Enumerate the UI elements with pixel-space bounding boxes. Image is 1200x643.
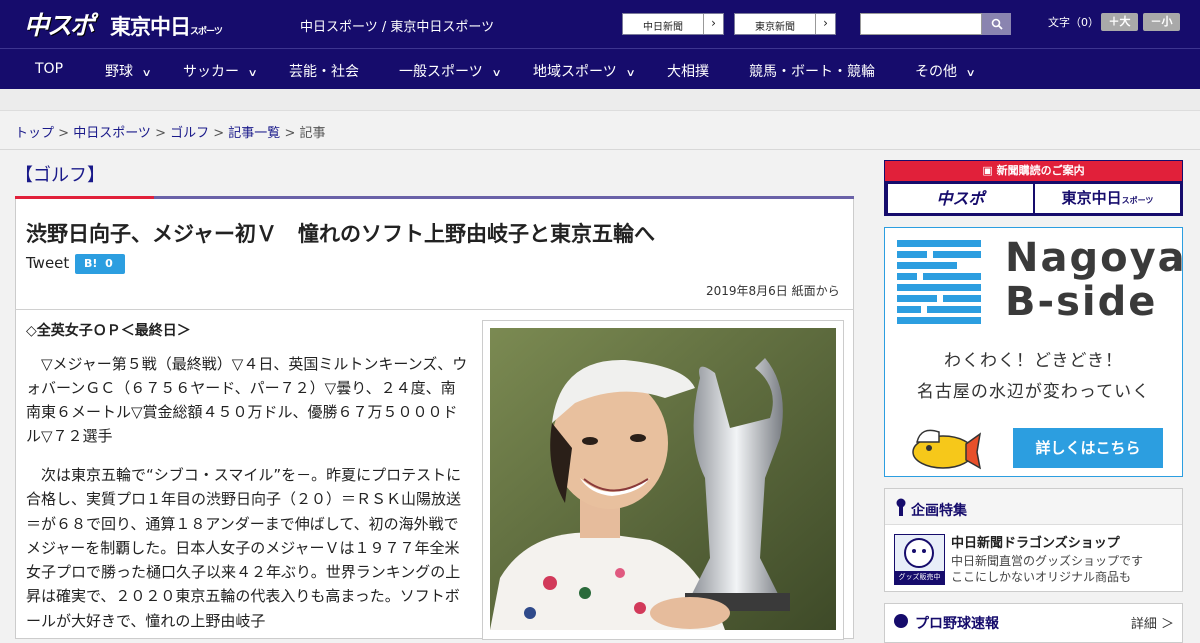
- breadcrumb-current: 記事: [299, 126, 326, 141]
- search-icon: [991, 18, 1003, 30]
- baseball-icon: [894, 614, 908, 628]
- site-tagline[interactable]: 中日スポーツ / 東京中日スポーツ: [300, 16, 494, 35]
- font-size-label: 文字（0）: [1048, 16, 1099, 29]
- nav-label: 大相撲: [667, 64, 709, 80]
- tokyo-logo-small: スポーツ: [190, 27, 223, 37]
- search-button[interactable]: [982, 13, 1011, 35]
- special-feature-title: 企画特集: [911, 503, 967, 519]
- nav-label: 競馬・ボート・競輪: [749, 64, 875, 80]
- article-paragraph: ▽メジャー第５戦（最終戦）▽４日、英国ミルトンキーンズ、ウォバーンＧＣ（６７５６…: [26, 355, 468, 445]
- newspaper-icon: ▣: [982, 164, 993, 177]
- article-category: 【ゴルフ】: [15, 165, 105, 186]
- ad-strip: [0, 89, 1200, 111]
- nav-item-sumo[interactable]: 大相撲: [667, 61, 709, 81]
- nav-item-entertainment[interactable]: 芸能・社会: [289, 61, 359, 81]
- dragons-shop-desc: 中日新聞直営のグッズショップです: [951, 554, 1144, 568]
- tokyo-shimbun-label: 東京新聞: [755, 22, 795, 33]
- chevron-right-icon: ›: [815, 14, 835, 34]
- dragons-shop-link[interactable]: 中日新聞ドラゴンズショップ: [951, 532, 1120, 551]
- tweet-button[interactable]: Tweet: [26, 254, 69, 272]
- divider: [0, 149, 1200, 150]
- pro-baseball-box: プロ野球速報 詳細 ＞: [884, 603, 1183, 643]
- nav-item-top[interactable]: TOP: [35, 61, 63, 77]
- subscribe-chuspo-logo[interactable]: 中スポ: [888, 184, 1033, 213]
- ad-catchcopy: わくわく！どきどき！ 名古屋の水辺が変わっていく: [885, 346, 1182, 408]
- dragons-shop-desc: ここにしかないオリジナル商品も: [951, 570, 1132, 584]
- golfer-trophy-photo: [490, 328, 836, 630]
- chunichi-shimbun-label: 中日新聞: [643, 22, 683, 33]
- article-headline: 渋野日向子、メジャー初Ｖ 憧れのソフト上野由岐子と東京五輪へ: [26, 222, 655, 246]
- nav-label: 一般スポーツ: [399, 64, 483, 80]
- nav-label: 野球: [105, 64, 133, 80]
- chevron-down-icon: ∨: [965, 68, 976, 79]
- subscribe-tokyo-logo[interactable]: 東京中日スポーツ: [1035, 184, 1180, 213]
- hatena-count: 0: [105, 257, 113, 270]
- chuspo-logo[interactable]: 中スポ: [24, 6, 95, 42]
- article-photo[interactable]: [490, 328, 836, 630]
- ad-catch-line2: 名古屋の水辺が変わっていく: [916, 382, 1151, 402]
- nav-label: その他: [915, 64, 957, 80]
- category-underline-accent: [15, 196, 154, 199]
- divider: [15, 309, 854, 310]
- ad-catch-line1: わくわく！どきどき！: [944, 351, 1123, 371]
- breadcrumb-chuspo[interactable]: 中日スポーツ: [73, 126, 151, 141]
- special-feature-box: 企画特集 グッズ販売中 中日新聞ドラゴンズショップ 中日新聞直営のグッズショップ…: [884, 488, 1183, 592]
- article-subheading: ◇全英女子ＯＰ＜最終日＞: [26, 323, 191, 339]
- article-paragraph: 次は東京五輪で“シブコ・スマイル”を－。昨夏にプロテストに合格し、実質プロ１年目…: [26, 466, 462, 630]
- subscription-box[interactable]: ▣ 新聞購読のご案内 中スポ 東京中日スポーツ: [884, 160, 1183, 216]
- pro-baseball-title: プロ野球速報: [915, 616, 999, 632]
- site-header: 中スポ 東京中日スポーツ 中日スポーツ / 東京中日スポーツ 中日新聞 › 東京新…: [0, 0, 1200, 48]
- hatena-icon: B!: [84, 257, 98, 270]
- nav-item-general-sports[interactable]: 一般スポーツ ∨: [399, 61, 502, 81]
- article-date: 2019年8月6日 紙面から: [706, 284, 840, 298]
- dragons-shop-thumbnail[interactable]: グッズ販売中: [894, 534, 945, 585]
- thumbnail-caption: グッズ販売中: [898, 573, 941, 581]
- tokyo-logo-text: 東京中日: [110, 15, 191, 39]
- nav-label: サッカー: [183, 64, 239, 80]
- ad-title-line1: Nagoya: [1005, 235, 1187, 281]
- chevron-down-icon: ∨: [141, 68, 152, 79]
- ad-details-button[interactable]: 詳しくはこちら: [1013, 428, 1163, 468]
- pro-baseball-details-link[interactable]: 詳細 ＞: [1131, 613, 1174, 632]
- nav-label: TOP: [35, 61, 64, 77]
- chevron-down-icon: ∨: [247, 68, 258, 79]
- nav-label: 芸能・社会: [289, 64, 359, 80]
- chunichi-shimbun-link[interactable]: 中日新聞 ›: [622, 13, 724, 35]
- nav-item-racing[interactable]: 競馬・ボート・競輪: [749, 61, 875, 81]
- nav-item-baseball[interactable]: 野球 ∨: [105, 61, 152, 81]
- pin-icon: [896, 498, 906, 516]
- subscription-title: 新聞購読のご案内: [996, 164, 1085, 177]
- waterfront-graphic-icon: [897, 240, 981, 324]
- chevron-right-icon: ›: [703, 14, 723, 34]
- ad-title-line2: B-side: [1005, 279, 1158, 325]
- subscription-header: ▣ 新聞購読のご案内: [885, 161, 1182, 181]
- font-smaller-button[interactable]: －小: [1143, 13, 1180, 31]
- breadcrumb-golf[interactable]: ゴルフ: [170, 126, 209, 141]
- search-input[interactable]: [860, 13, 982, 35]
- chevron-down-icon: ∨: [491, 68, 502, 79]
- breadcrumb-article-list[interactable]: 記事一覧: [228, 126, 280, 141]
- font-bigger-button[interactable]: ＋大: [1101, 13, 1138, 31]
- ebi-fry-mascot-icon: [912, 429, 981, 470]
- subscribe-tokyo-text: 東京中日: [1061, 189, 1122, 207]
- tokyo-shimbun-link[interactable]: 東京新聞 ›: [734, 13, 836, 35]
- nagoya-bside-ad[interactable]: Nagoya B-side わくわく！どきどき！ 名古屋の水辺が変わっていく 詳しく…: [884, 227, 1187, 477]
- breadcrumb-top[interactable]: トップ: [15, 126, 54, 141]
- nav-item-soccer[interactable]: サッカー ∨: [183, 61, 258, 81]
- nav-item-local-sports[interactable]: 地域スポーツ ∨: [533, 61, 636, 81]
- chevron-down-icon: ∨: [625, 68, 636, 79]
- nav-label: 地域スポーツ: [533, 64, 617, 80]
- special-feature-header: 企画特集: [885, 489, 1182, 525]
- breadcrumb: トップ > 中日スポーツ > ゴルフ > 記事一覧 > 記事: [15, 126, 326, 141]
- global-nav: TOP 野球 ∨ サッカー ∨ 芸能・社会 一般スポーツ ∨ 地域スポーツ ∨ 大相撲 …: [0, 48, 1200, 89]
- hatena-bookmark-button[interactable]: B! 0: [75, 254, 125, 274]
- tokyo-chunichi-logo[interactable]: 東京中日スポーツ: [110, 11, 223, 41]
- nav-item-other[interactable]: その他 ∨: [915, 61, 976, 81]
- ad-title: Nagoya B-side: [1005, 235, 1187, 325]
- subscribe-tokyo-small: スポーツ: [1121, 196, 1154, 205]
